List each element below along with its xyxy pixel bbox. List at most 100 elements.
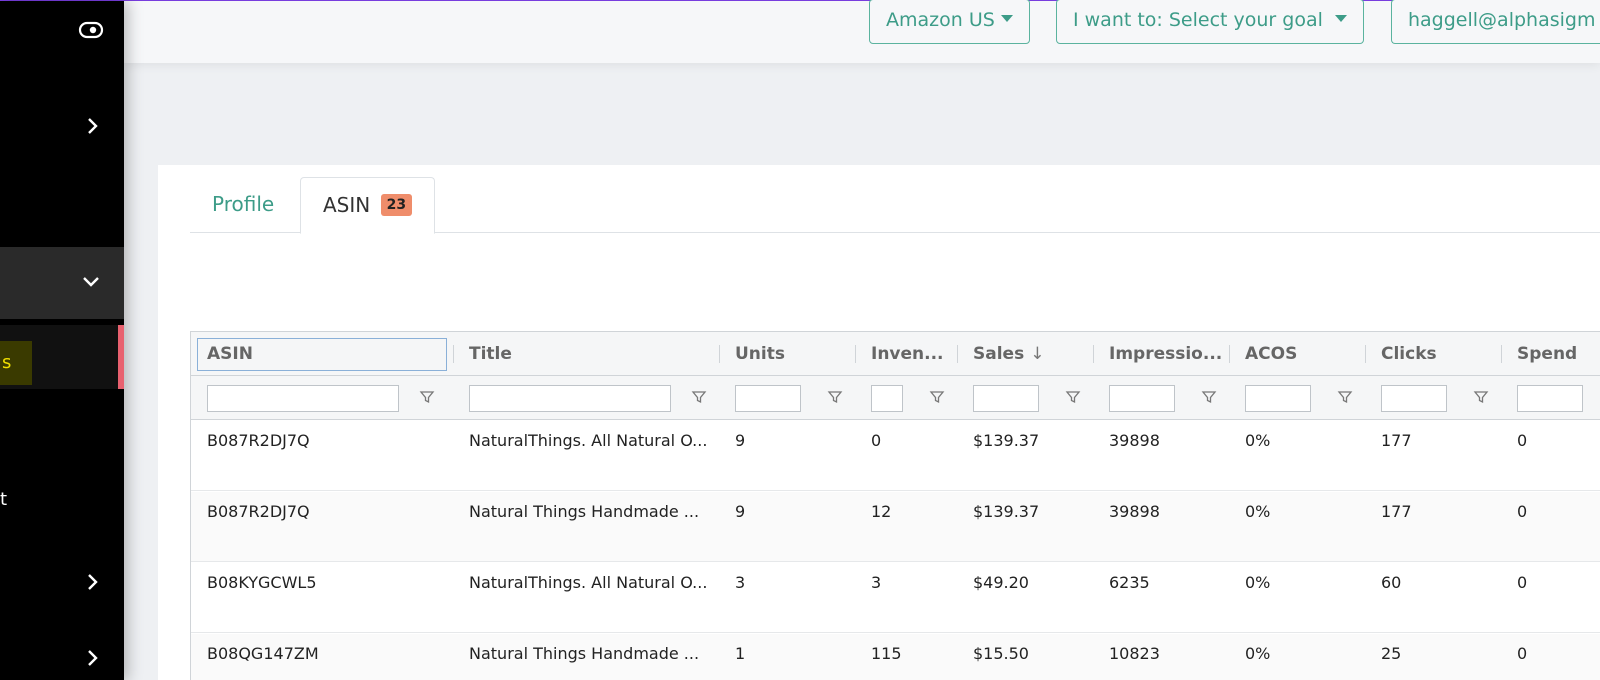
sidebar-item-expanded-group[interactable] bbox=[0, 247, 124, 319]
cell-title: Natural Things Handmade ... bbox=[469, 502, 700, 521]
cell-sales: $15.50 bbox=[973, 644, 1029, 663]
filter-icon[interactable] bbox=[929, 389, 945, 405]
column-header-acos[interactable]: ACOS bbox=[1245, 332, 1355, 376]
grid-filter-row bbox=[191, 376, 1600, 420]
cell-title: NaturalThings. All Natural O... bbox=[469, 431, 708, 450]
cell-spend: 0 bbox=[1517, 502, 1528, 521]
filter-icon[interactable] bbox=[1065, 389, 1081, 405]
grid-header: ASIN Title Units Inven... Sales ↓ Impress… bbox=[191, 332, 1600, 376]
goal-label: I want to: Select your goal bbox=[1073, 9, 1323, 31]
sidebar-subitem-active[interactable]: s bbox=[0, 325, 124, 389]
cell-acos: 0% bbox=[1245, 431, 1271, 450]
cell-sales: $139.37 bbox=[973, 431, 1040, 450]
asin-count-badge: 23 bbox=[380, 194, 413, 216]
column-header-asin[interactable]: ASIN bbox=[207, 332, 407, 376]
cell-acos: 0% bbox=[1245, 573, 1271, 592]
caret-down-icon bbox=[1000, 15, 1013, 22]
column-header-impressions[interactable]: Impressio... bbox=[1109, 332, 1223, 376]
tab-asin[interactable]: ASIN 23 bbox=[300, 177, 436, 234]
cell-inventory: 115 bbox=[871, 644, 902, 663]
sidebar-item-collapsed-1[interactable] bbox=[0, 97, 124, 157]
cell-clicks: 60 bbox=[1381, 573, 1402, 592]
eye-toggle-icon[interactable] bbox=[78, 21, 104, 43]
filter-input-spend[interactable] bbox=[1517, 385, 1583, 412]
cell-spend: 0 bbox=[1517, 431, 1528, 450]
filter-icon[interactable] bbox=[419, 389, 435, 405]
sidebar: s t bbox=[0, 1, 124, 680]
cell-units: 9 bbox=[735, 502, 746, 521]
chevron-right-icon bbox=[86, 117, 98, 135]
sidebar-subitem-label: t bbox=[0, 489, 8, 510]
cell-units: 1 bbox=[735, 644, 746, 663]
filter-input-clicks[interactable] bbox=[1381, 385, 1447, 412]
cell-spend: 0 bbox=[1517, 644, 1528, 663]
chevron-right-icon bbox=[86, 649, 98, 667]
sort-descending-icon: ↓ bbox=[1030, 344, 1045, 364]
cell-clicks: 25 bbox=[1381, 644, 1402, 663]
filter-input-asin[interactable] bbox=[207, 385, 399, 412]
chevron-right-icon bbox=[86, 573, 98, 591]
caret-down-icon bbox=[1334, 15, 1347, 22]
chevron-down-icon bbox=[82, 275, 100, 287]
cell-impressions: 39898 bbox=[1109, 431, 1160, 450]
column-header-title[interactable]: Title bbox=[469, 332, 689, 376]
cell-title: NaturalThings. All Natural O... bbox=[469, 573, 708, 592]
column-header-spend[interactable]: Spend bbox=[1517, 332, 1600, 376]
cell-impressions: 39898 bbox=[1109, 502, 1160, 521]
filter-icon[interactable] bbox=[1473, 389, 1489, 405]
cell-asin: B087R2DJ7Q bbox=[207, 431, 310, 450]
asin-grid: ASIN Title Units Inven... Sales ↓ Impress… bbox=[190, 331, 1600, 680]
tab-profile[interactable]: Profile bbox=[190, 177, 296, 234]
cell-acos: 0% bbox=[1245, 644, 1271, 663]
cell-acos: 0% bbox=[1245, 502, 1271, 521]
column-header-inventory[interactable]: Inven... bbox=[871, 332, 955, 376]
goal-dropdown[interactable]: I want to: Select your goal bbox=[1056, 0, 1364, 44]
cell-clicks: 177 bbox=[1381, 431, 1412, 450]
table-row[interactable]: B08QG147ZM Natural Things Handmade ... 1… bbox=[191, 634, 1600, 680]
table-row[interactable]: B087R2DJ7Q NaturalThings. All Natural O.… bbox=[191, 421, 1600, 491]
sidebar-item-collapsed-2[interactable] bbox=[0, 557, 124, 607]
column-header-clicks[interactable]: Clicks bbox=[1381, 332, 1491, 376]
filter-input-units[interactable] bbox=[735, 385, 801, 412]
filter-input-acos[interactable] bbox=[1245, 385, 1311, 412]
table-row[interactable]: B08KYGCWL5 NaturalThings. All Natural O.… bbox=[191, 563, 1600, 633]
filter-input-impressions[interactable] bbox=[1109, 385, 1175, 412]
tab-bar: Profile ASIN 23 bbox=[190, 177, 1600, 234]
filter-icon[interactable] bbox=[691, 389, 707, 405]
cell-sales: $49.20 bbox=[973, 573, 1029, 592]
active-indicator bbox=[118, 325, 124, 389]
cell-clicks: 177 bbox=[1381, 502, 1412, 521]
column-header-units[interactable]: Units bbox=[735, 332, 845, 376]
marketplace-dropdown[interactable]: Amazon US bbox=[869, 0, 1030, 44]
filter-icon[interactable] bbox=[1201, 389, 1217, 405]
tab-profile-label: Profile bbox=[212, 192, 275, 216]
filter-icon[interactable] bbox=[827, 389, 843, 405]
cell-asin: B087R2DJ7Q bbox=[207, 502, 310, 521]
filter-icon[interactable] bbox=[1337, 389, 1353, 405]
content-card: Profile ASIN 23 ASIN Title Units Inven..… bbox=[158, 165, 1600, 680]
cell-title: Natural Things Handmade ... bbox=[469, 644, 700, 663]
filter-input-title[interactable] bbox=[469, 385, 671, 412]
cell-inventory: 3 bbox=[871, 573, 882, 592]
cell-units: 9 bbox=[735, 431, 746, 450]
cell-units: 3 bbox=[735, 573, 746, 592]
cell-impressions: 6235 bbox=[1109, 573, 1150, 592]
sidebar-item-collapsed-3[interactable] bbox=[0, 635, 124, 680]
sidebar-subitem[interactable]: t bbox=[0, 479, 124, 523]
column-header-sales[interactable]: Sales ↓ bbox=[973, 332, 1083, 376]
tab-asin-label: ASIN bbox=[323, 193, 371, 217]
filter-input-inventory[interactable] bbox=[871, 385, 903, 412]
account-email: haggell@alphasigm bbox=[1408, 9, 1596, 31]
sidebar-subitem-label: s bbox=[0, 341, 32, 385]
cell-impressions: 10823 bbox=[1109, 644, 1160, 663]
cell-inventory: 12 bbox=[871, 502, 892, 521]
account-menu[interactable]: haggell@alphasigm bbox=[1391, 0, 1600, 44]
filter-input-sales[interactable] bbox=[973, 385, 1039, 412]
cell-asin: B08QG147ZM bbox=[207, 644, 319, 663]
cell-sales: $139.37 bbox=[973, 502, 1040, 521]
marketplace-label: Amazon US bbox=[886, 9, 995, 31]
cell-inventory: 0 bbox=[871, 431, 882, 450]
topbar: Amazon US I want to: Select your goal ha… bbox=[124, 0, 1600, 63]
cell-spend: 0 bbox=[1517, 573, 1528, 592]
table-row[interactable]: B087R2DJ7Q Natural Things Handmade ... 9… bbox=[191, 492, 1600, 562]
